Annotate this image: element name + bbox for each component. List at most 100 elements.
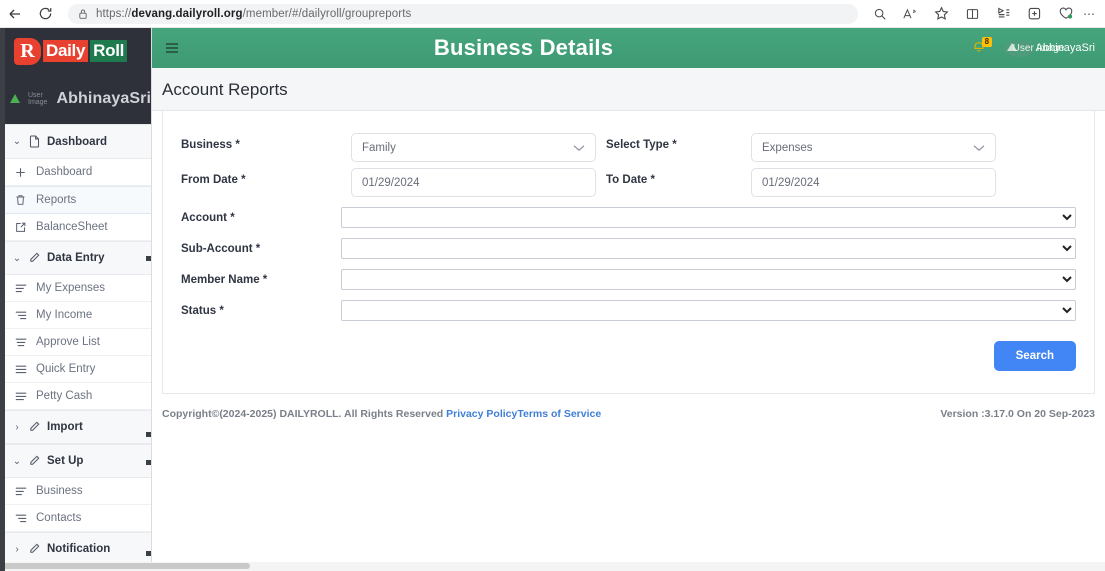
scroll-marker <box>146 432 151 437</box>
privacy-policy-link[interactable]: Privacy Policy <box>446 408 517 420</box>
header-actions: 8 User Image AbhinayaSri <box>972 37 1105 58</box>
scroll-marker <box>146 460 151 465</box>
sidebar-item-dashboard[interactable]: Dashboard <box>0 159 151 186</box>
sidebar-items-data-entry: My Expenses My Income Approve List Quick… <box>0 275 151 410</box>
chevron-down-icon <box>973 144 985 152</box>
address-bar[interactable]: https://devang.dailyroll.org/member/#/da… <box>68 3 858 24</box>
read-aloud-icon[interactable] <box>895 1 926 27</box>
version-text: Version :3.17.0 On 20 Sep-2023 <box>940 408 1095 420</box>
from-date-input[interactable]: 01/29/2024 <box>351 168 596 197</box>
account-label: Account * <box>181 211 235 224</box>
sidebar-item-balancesheet[interactable]: BalanceSheet <box>0 214 151 241</box>
sidebar-group-setup[interactable]: ⌄ Set Up <box>0 444 151 478</box>
from-date-value: 01/29/2024 <box>362 176 420 189</box>
to-date-input[interactable]: 01/29/2024 <box>751 168 996 197</box>
list-icon <box>14 338 27 347</box>
select-type-field: Expenses <box>751 127 996 162</box>
select-type-label: Select Type * <box>606 139 677 151</box>
sub-account-label: Sub-Account * <box>181 242 261 255</box>
copyright-text: Copyright©(2024-2025) DAILYROLL. All Rig… <box>162 408 601 420</box>
select-type-value: Expenses <box>762 141 813 154</box>
sidebar-item-label: My Expenses <box>36 282 106 294</box>
url-text: https://devang.dailyroll.org/member/#/da… <box>96 7 412 20</box>
user-menu[interactable]: User Image AbhinayaSri <box>1003 39 1095 57</box>
page-title-bar: Account Reports <box>152 68 1105 111</box>
account-row: Account * <box>181 207 1076 228</box>
sidebar-item-my-expenses[interactable]: My Expenses <box>0 275 151 302</box>
window-scrollbar-track[interactable] <box>0 562 1105 571</box>
status-select[interactable] <box>341 300 1076 321</box>
more-options-icon[interactable]: ⋯ <box>1081 1 1097 27</box>
avatar-alt-text: User Image <box>1012 42 1065 54</box>
copyright-label: Copyright©(2024-2025) DAILYROLL. All Rig… <box>162 408 447 420</box>
sidebar-item-label: Reports <box>36 194 77 206</box>
external-link-icon <box>14 222 27 233</box>
status-label: Status * <box>181 304 224 317</box>
sidebar-group-import[interactable]: › Import <box>0 410 151 444</box>
list-icon <box>14 284 27 293</box>
list-icon <box>14 487 27 496</box>
browser-essentials-icon[interactable] <box>1019 1 1050 27</box>
sidebar-item-label: Quick Entry <box>36 363 96 375</box>
sidebar-item-label: My Income <box>36 309 93 321</box>
sidebar-item-my-income[interactable]: My Income <box>0 302 151 329</box>
sidebar-group-label: Notification <box>47 543 111 555</box>
account-select[interactable] <box>341 207 1076 228</box>
terms-of-service-link[interactable]: Terms of Service <box>517 408 601 420</box>
member-name-select[interactable] <box>341 269 1076 290</box>
extensions-icon[interactable] <box>1050 1 1081 27</box>
scroll-marker <box>146 256 151 261</box>
business-select[interactable]: Family <box>351 133 596 162</box>
file-icon <box>29 135 40 148</box>
sub-account-select[interactable] <box>341 238 1076 259</box>
favorite-star-icon[interactable] <box>926 1 957 27</box>
list-icon <box>14 514 27 523</box>
sidebar-group-data-entry[interactable]: ⌄ Data Entry <box>0 241 151 275</box>
notifications-button[interactable]: 8 <box>972 37 994 58</box>
chevron-down-icon: ⌄ <box>12 136 22 147</box>
sidebar-items-dashboard: Dashboard Reports BalanceSheet <box>0 159 151 241</box>
sidebar-group-label: Data Entry <box>47 252 105 264</box>
footer: Copyright©(2024-2025) DAILYROLL. All Rig… <box>152 394 1105 420</box>
status-row: Status * <box>181 300 1076 321</box>
broken-image-icon <box>10 92 24 106</box>
form-top-grid: Business * Family Select Type * Expenses <box>181 127 1076 197</box>
search-icon[interactable] <box>864 1 895 27</box>
to-date-field: 01/29/2024 <box>751 162 996 197</box>
sidebar-item-label: BalanceSheet <box>36 221 108 233</box>
sidebar-item-business[interactable]: Business <box>0 478 151 505</box>
select-type-select[interactable]: Expenses <box>751 133 996 162</box>
sidebar: R Daily Roll User Image AbhinayaSri ⌄ Das… <box>0 28 152 571</box>
form-actions: Search <box>181 341 1076 371</box>
chevron-down-icon <box>573 144 585 152</box>
sidebar-item-label: Approve List <box>36 336 100 348</box>
sidebar-item-petty-cash[interactable]: Petty Cash <box>0 383 151 410</box>
sidebar-user: User Image AbhinayaSri <box>0 74 151 124</box>
reload-icon[interactable] <box>30 1 60 27</box>
sidebar-item-quick-entry[interactable]: Quick Entry <box>0 356 151 383</box>
sidebar-item-label: Business <box>36 485 83 497</box>
main-content: Business Details 8 User Image AbhinayaSr… <box>152 28 1105 571</box>
sidebar-item-label: Petty Cash <box>36 390 93 402</box>
to-date-label: To Date * <box>606 174 655 186</box>
hamburger-icon[interactable] <box>166 43 178 53</box>
window-scrollbar-thumb[interactable] <box>0 563 250 569</box>
sidebar-group-label: Set Up <box>47 455 84 467</box>
brand-logo[interactable]: R Daily Roll <box>0 28 151 74</box>
collections-icon[interactable] <box>988 1 1019 27</box>
page-title: Account Reports <box>162 80 288 99</box>
browser-toolbar-icons: ⋯ <box>864 1 1097 27</box>
back-arrow-icon[interactable] <box>0 1 30 27</box>
sidebar-group-notification[interactable]: › Notification <box>0 532 151 566</box>
sidebar-item-approve-list[interactable]: Approve List <box>0 329 151 356</box>
split-screen-icon[interactable] <box>957 1 988 27</box>
pencil-icon <box>29 421 40 433</box>
sidebar-item-reports[interactable]: Reports <box>0 186 151 214</box>
pencil-icon <box>29 543 40 555</box>
avatar: User Image <box>1003 39 1064 57</box>
business-field: Family <box>351 127 596 162</box>
search-button[interactable]: Search <box>993 341 1076 371</box>
sidebar-group-dashboard[interactable]: ⌄ Dashboard <box>0 124 151 159</box>
logo-text-daily: Daily <box>43 40 89 62</box>
sidebar-item-contacts[interactable]: Contacts <box>0 505 151 532</box>
